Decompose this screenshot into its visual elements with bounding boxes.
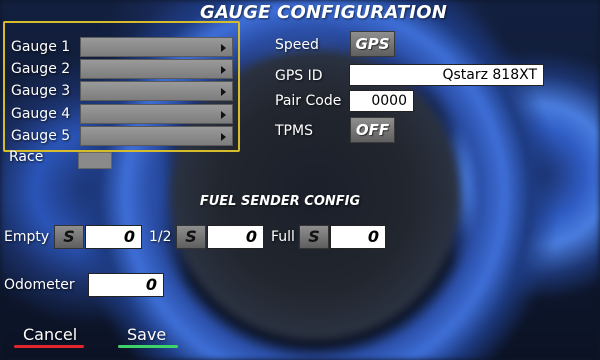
chevron-right-icon xyxy=(221,111,226,119)
gauge-list-panel: Gauge 1 Gauge 2 Gauge 3 Gauge 4 Gauge 5 xyxy=(3,21,240,152)
gauge-label: Gauge 3 xyxy=(11,83,71,99)
gauge-label: Gauge 5 xyxy=(11,128,71,144)
empty-set-button[interactable]: S xyxy=(54,225,84,249)
speed-label: Speed xyxy=(275,37,319,53)
speed-source-button[interactable]: GPS xyxy=(350,31,395,57)
chevron-right-icon xyxy=(221,66,226,74)
gps-id-label: GPS ID xyxy=(275,68,323,84)
half-set-button[interactable]: S xyxy=(176,225,206,249)
gauge-row-2: Gauge 2 xyxy=(5,58,238,80)
empty-label: Empty xyxy=(4,229,50,245)
chevron-right-icon xyxy=(221,88,226,96)
pair-code-label: Pair Code xyxy=(275,93,342,109)
tpms-label: TPMS xyxy=(275,123,313,139)
half-value-field[interactable]: 0 xyxy=(207,225,264,249)
save-button[interactable]: Save xyxy=(127,325,166,344)
odometer-field[interactable]: 0 xyxy=(88,273,164,297)
pair-code-field[interactable]: 0000 xyxy=(349,90,414,112)
gauge-row-1: Gauge 1 xyxy=(5,36,238,58)
fuel-sender-title: FUEL SENDER CONFIG xyxy=(199,194,361,209)
race-select[interactable] xyxy=(78,152,112,169)
gauge-row-4: Gauge 4 xyxy=(5,103,238,125)
gauge-5-select[interactable] xyxy=(80,126,233,146)
gauge-row-3: Gauge 3 xyxy=(5,80,238,102)
cancel-button[interactable]: Cancel xyxy=(23,325,77,344)
full-set-button[interactable]: S xyxy=(299,225,329,249)
tpms-toggle-button[interactable]: OFF xyxy=(350,117,395,143)
empty-value-field[interactable]: 0 xyxy=(85,225,142,249)
gauge-label: Gauge 1 xyxy=(11,39,71,55)
gauge-label: Gauge 4 xyxy=(11,106,71,122)
half-label: 1/2 xyxy=(149,229,172,245)
full-value-field[interactable]: 0 xyxy=(330,225,386,249)
gauge-1-select[interactable] xyxy=(80,37,233,57)
save-underline xyxy=(118,345,178,348)
gauge-3-select[interactable] xyxy=(80,81,233,101)
gps-id-field[interactable]: Qstarz 818XT xyxy=(349,64,544,86)
gauge-2-select[interactable] xyxy=(80,59,233,79)
race-label: Race xyxy=(9,149,44,165)
chevron-right-icon xyxy=(221,44,226,52)
gauge-label: Gauge 2 xyxy=(11,61,71,77)
gauge-row-5: Gauge 5 xyxy=(5,125,238,147)
odometer-label: Odometer xyxy=(4,277,75,293)
cancel-underline xyxy=(14,345,84,348)
full-label: Full xyxy=(271,229,295,245)
gauge-config-screen: GAUGE CONFIGURATION Gauge 1 Gauge 2 Gaug… xyxy=(0,0,600,360)
gauge-4-select[interactable] xyxy=(80,104,233,124)
chevron-right-icon xyxy=(221,133,226,141)
page-title: GAUGE CONFIGURATION xyxy=(200,2,448,23)
